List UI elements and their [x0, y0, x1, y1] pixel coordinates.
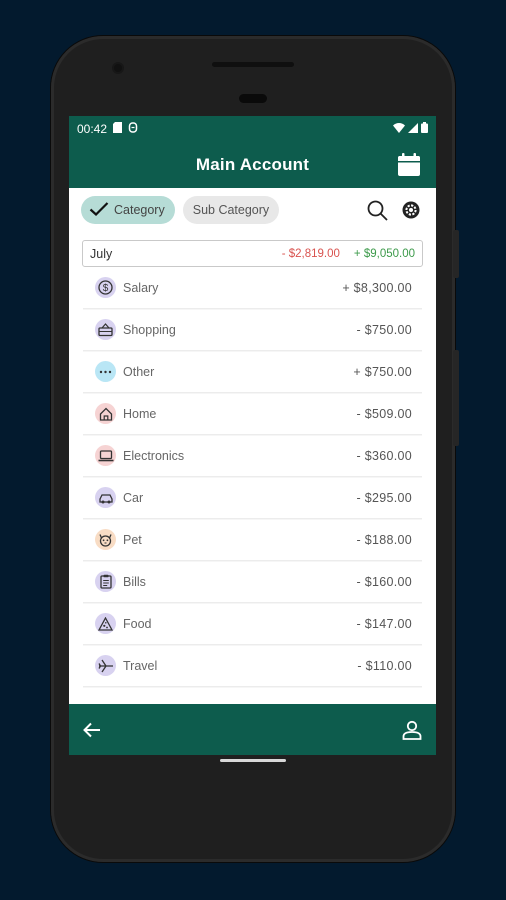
user-icon: [402, 720, 422, 740]
page-title: Main Account: [195, 155, 310, 174]
category-chip[interactable]: Category: [81, 196, 175, 224]
category-name: Food: [123, 616, 152, 631]
category-amount: + $750.00: [353, 364, 412, 379]
category-name: Travel: [123, 658, 158, 673]
svg-text:$: $: [103, 283, 109, 294]
sd-card-icon: [113, 122, 123, 136]
category-chip-label: Category: [114, 203, 165, 217]
phone-side-button: [453, 230, 459, 278]
clipboard-icon: [95, 571, 116, 592]
app-bar: Main Account: [69, 142, 436, 188]
status-bar: 00:42: [69, 116, 436, 142]
category-amount: - $110.00: [357, 658, 412, 673]
cell-signal-icon: [408, 122, 418, 136]
category-name: Shopping: [123, 322, 176, 337]
category-amount: - $160.00: [356, 574, 412, 589]
month-expense-total: - $2,819.00: [281, 247, 340, 260]
category-name: Home: [123, 406, 157, 421]
category-name: Other: [123, 364, 155, 379]
subcategory-chip[interactable]: Sub Category: [182, 196, 280, 224]
category-amount: - $750.00: [356, 322, 412, 337]
month-label: July: [90, 246, 113, 261]
more-dots-icon: [95, 361, 116, 382]
status-time: 00:42: [77, 122, 108, 136]
app-screen: 00:42 Main Account Category Sub Category…: [69, 116, 436, 755]
category-row-salary[interactable]: $ Salary + $8,300.00: [83, 267, 422, 309]
month-summary[interactable]: July - $2,819.00 + $9,050.00: [82, 240, 423, 267]
month-income-total: + $9,050.00: [353, 247, 415, 260]
category-name: Car: [123, 490, 144, 505]
settings-gear-icon: [402, 201, 420, 219]
phone-volume-button: [453, 350, 459, 446]
category-amount: + $8,300.00: [342, 280, 412, 295]
bottom-bar: [69, 704, 436, 755]
filter-row: Category Sub Category: [69, 188, 436, 232]
back-button[interactable]: [83, 722, 101, 738]
category-row-travel[interactable]: Travel - $110.00: [83, 645, 422, 687]
category-amount: - $360.00: [356, 448, 412, 463]
category-amount: - $509.00: [356, 406, 412, 421]
battery-icon: [421, 122, 428, 136]
arrow-left-icon: [83, 722, 100, 737]
category-amount: - $295.00: [356, 490, 412, 505]
category-row-food[interactable]: Food - $147.00: [83, 603, 422, 645]
category-row-other[interactable]: Other + $750.00: [83, 351, 422, 393]
pizza-icon: [95, 613, 116, 634]
pet-icon: [95, 529, 116, 550]
category-amount: - $147.00: [356, 616, 412, 631]
category-name: Bills: [123, 574, 146, 589]
airplane-icon: [95, 655, 116, 676]
basket-icon: [95, 319, 116, 340]
category-row-home[interactable]: Home - $509.00: [83, 393, 422, 435]
house-icon: [95, 403, 116, 424]
category-list: $ Salary + $8,300.00 Shopping - $750.00 …: [83, 267, 422, 687]
dollar-icon: $: [95, 277, 116, 298]
notification-icon: [128, 122, 138, 136]
category-row-bills[interactable]: Bills - $160.00: [83, 561, 422, 603]
category-row-car[interactable]: Car - $295.00: [83, 477, 422, 519]
category-amount: - $188.00: [356, 532, 412, 547]
category-row-electronics[interactable]: Electronics - $360.00: [83, 435, 422, 477]
search-icon: [367, 200, 388, 221]
laptop-icon: [95, 445, 116, 466]
category-name: Salary: [123, 280, 159, 295]
subcategory-chip-label: Sub Category: [192, 203, 270, 217]
category-row-pet[interactable]: Pet - $188.00: [83, 519, 422, 561]
category-name: Pet: [123, 532, 142, 547]
filter-settings-button[interactable]: [402, 201, 420, 219]
category-name: Electronics: [123, 448, 185, 463]
car-icon: [95, 487, 116, 508]
home-indicator[interactable]: [220, 759, 286, 762]
search-button[interactable]: [367, 200, 388, 221]
wifi-icon: [393, 122, 405, 136]
category-row-shopping[interactable]: Shopping - $750.00: [83, 309, 422, 351]
calendar-button[interactable]: [396, 153, 422, 177]
checkmark-icon: [89, 201, 109, 219]
profile-button[interactable]: [402, 720, 422, 740]
calendar-icon: [398, 153, 420, 176]
